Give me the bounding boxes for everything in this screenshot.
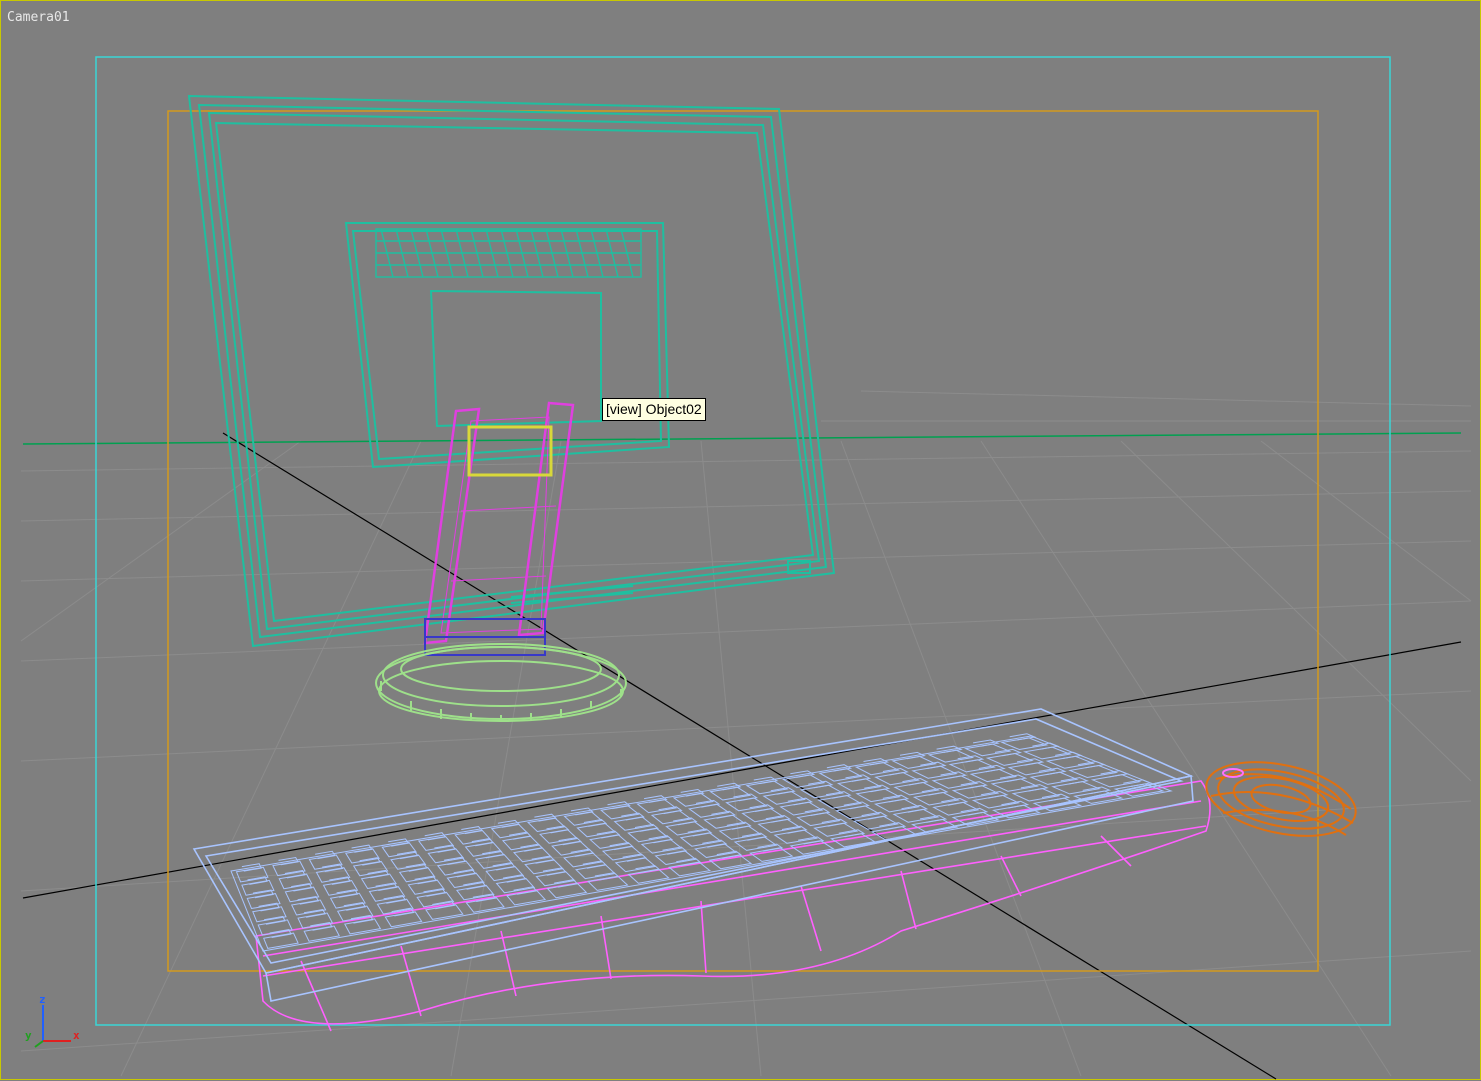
axis-tripod-icon: z x y (21, 991, 91, 1051)
object-tooltip: [view] Object02 (602, 398, 706, 421)
axis-z-label: z (39, 993, 46, 1006)
keyboard-key (1051, 781, 1101, 795)
keyboard-key (971, 794, 1021, 809)
camera-viewport[interactable]: Camera01 [view] Object02 z x y (0, 0, 1481, 1080)
viewport-label[interactable]: Camera01 (7, 10, 70, 25)
world-axis-x-diag (222, 432, 1277, 1080)
scene-canvas[interactable] (1, 1, 1481, 1081)
keyboard-key (969, 768, 1018, 783)
keyboard-key-top (1082, 786, 1112, 795)
monitor-vent (375, 228, 642, 278)
keyboard-key (893, 781, 940, 796)
monitor-icon[interactable] (187, 94, 836, 648)
keyboard-key (874, 771, 920, 786)
keyboard-key (985, 752, 1034, 766)
keyboard-key (948, 759, 996, 773)
keyboard-key (912, 791, 960, 806)
axis-y-label: y (25, 1029, 32, 1042)
mouse-icon[interactable] (1200, 750, 1363, 848)
keyboard-key (990, 778, 1039, 792)
keyboard-key (1011, 787, 1061, 802)
keyboard-key (911, 765, 958, 779)
keyboard-key-top (1041, 793, 1071, 802)
keyboard-key (836, 778, 882, 792)
stand-hinge (424, 618, 546, 656)
axis-x-label: x (73, 1029, 80, 1042)
safe-frame-outer (95, 56, 1391, 1026)
keyboard-icon[interactable] (192, 708, 1194, 1002)
keyboard-key (1029, 771, 1079, 785)
keyboard-key (1090, 774, 1142, 788)
ground-grid (20, 390, 1472, 1077)
keyboard-key (855, 788, 902, 803)
wrist-rest[interactable] (255, 780, 1211, 1032)
keyboard-key (1007, 762, 1057, 776)
